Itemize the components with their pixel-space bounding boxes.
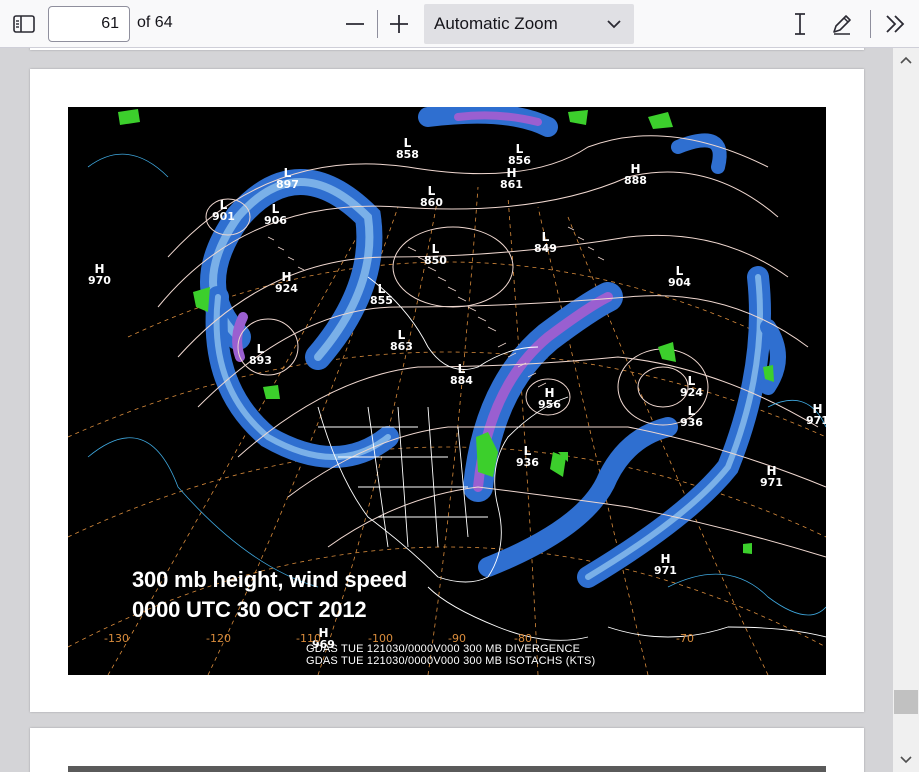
pressure-center: H 970 xyxy=(88,262,111,287)
longitude-label: -120 xyxy=(206,632,231,645)
zoom-in-button[interactable] xyxy=(383,8,415,40)
pressure-center: L 936 xyxy=(680,404,703,429)
pressure-center: L 901 xyxy=(212,198,235,223)
weather-map-image: H 970 L 901 L 906 L 897 H 924 L 893 L 858 L 856 … xyxy=(68,107,826,675)
pressure-center: L 936 xyxy=(516,444,539,469)
pressure-center: L 856 xyxy=(508,142,531,167)
toolbar-divider xyxy=(870,10,871,38)
figure-caption-line1: 300 mb height, wind speed xyxy=(132,567,407,592)
vertical-scrollbar[interactable] xyxy=(893,48,919,772)
pressure-center: H 956 xyxy=(538,386,561,411)
pressure-center: L 924 xyxy=(680,374,703,399)
page-image xyxy=(68,766,826,772)
page-number-input[interactable] xyxy=(48,6,130,42)
pressure-center: L 897 xyxy=(276,166,299,191)
zoom-select[interactable]: Automatic Zoom xyxy=(424,4,634,44)
map-footer-line1: GDAS TUE 121030/0000V000 300 MB DIVERGEN… xyxy=(306,643,581,655)
pdf-page-62 xyxy=(30,728,864,772)
more-tools-button[interactable] xyxy=(879,8,911,40)
arrow-up-icon xyxy=(900,56,912,64)
pressure-center: L 858 xyxy=(396,136,419,161)
pressure-center: L 860 xyxy=(420,184,443,209)
double-chevron-right-icon xyxy=(886,15,905,33)
longitude-label: -70 xyxy=(676,632,694,645)
text-cursor-icon xyxy=(795,13,805,35)
pressure-center: H 971 xyxy=(654,552,677,577)
arrow-down-icon xyxy=(900,756,912,764)
scroll-down-button[interactable] xyxy=(893,748,919,772)
text-select-button[interactable] xyxy=(784,8,816,40)
pen-icon xyxy=(833,15,851,35)
pressure-center: L 904 xyxy=(668,264,691,289)
pdf-page-61: H 970 L 901 L 906 L 897 H 924 L 893 L 858 L 856 … xyxy=(30,69,864,712)
pressure-center: L 893 xyxy=(249,342,272,367)
toolbar-divider xyxy=(377,10,378,38)
pressure-center: L 863 xyxy=(390,328,413,353)
zoom-select-value: Automatic Zoom xyxy=(434,14,558,33)
pressure-center: L 884 xyxy=(450,362,473,387)
pressure-center: H 861 xyxy=(500,166,523,191)
zoom-out-button[interactable] xyxy=(339,8,371,40)
map-footer-line2: GDAS TUE 121030/0000V000 300 MB ISOTACHS… xyxy=(306,655,596,667)
page-count-label: of 64 xyxy=(137,14,173,31)
pdf-page-60 xyxy=(30,48,864,50)
pdf-toolbar: of 64 Automatic Zoom xyxy=(0,0,919,48)
sidebar-toggle-icon[interactable] xyxy=(8,8,40,40)
pressure-center: L 906 xyxy=(264,202,287,227)
pdf-viewer[interactable]: H 970 L 901 L 906 L 897 H 924 L 893 L 858 L 856 … xyxy=(0,48,893,772)
minus-icon xyxy=(346,23,364,25)
pressure-center: L 855 xyxy=(370,282,393,307)
figure-caption-line2: 0000 UTC 30 OCT 2012 xyxy=(132,597,367,622)
longitude-label: -130 xyxy=(104,632,129,645)
scroll-up-button[interactable] xyxy=(893,48,919,72)
pressure-center: L 850 xyxy=(424,242,447,267)
pressure-center: H 888 xyxy=(624,162,647,187)
plus-icon xyxy=(390,15,408,33)
pressure-center: H 971 xyxy=(806,402,826,427)
pressure-center: H 924 xyxy=(275,270,298,295)
pressure-center: H 971 xyxy=(760,464,783,489)
scrollbar-thumb[interactable] xyxy=(894,690,918,714)
chevron-down-icon xyxy=(607,20,621,29)
draw-button[interactable] xyxy=(826,8,858,40)
pressure-center: L 849 xyxy=(534,230,557,255)
